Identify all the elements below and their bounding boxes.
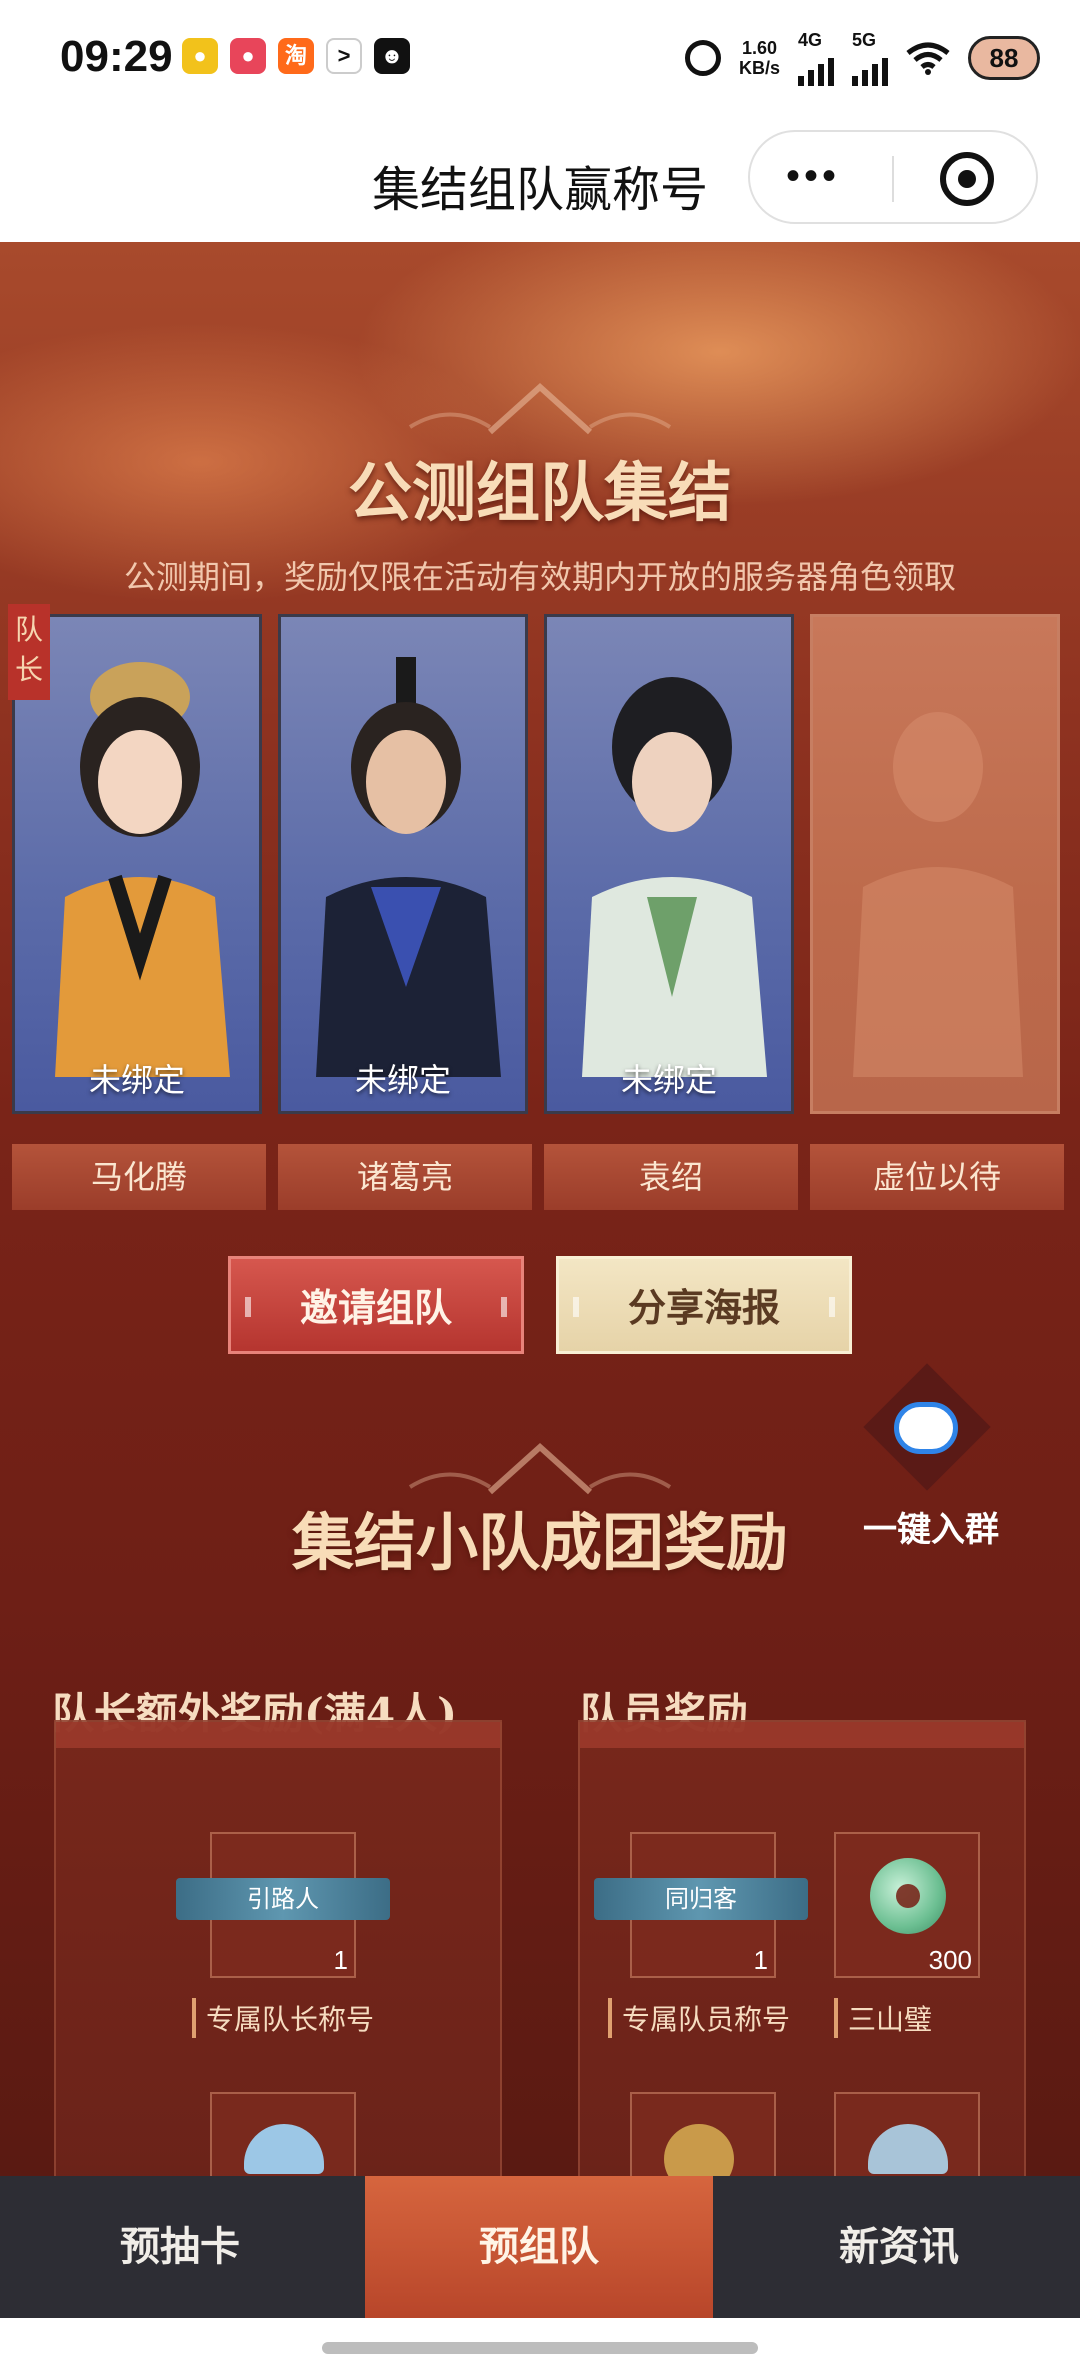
jade-disc-icon xyxy=(870,1858,946,1934)
app-notification-icon: ☻ xyxy=(374,38,410,74)
net-speed-value: 1.60 xyxy=(741,38,778,58)
reward-slot[interactable]: 300 xyxy=(834,1832,980,1978)
member-name: 马化腾 xyxy=(12,1144,266,1210)
share-poster-button[interactable]: 分享海报 xyxy=(556,1256,852,1354)
team-member-cards: 未绑定 未绑定 未绑定 xyxy=(12,614,1068,1114)
home-bar xyxy=(0,2318,1080,2376)
reward-item-icon xyxy=(244,2124,324,2174)
leader-rewards-panel: 1 引路人 专属队长称号 xyxy=(54,1720,502,2176)
net-speed: 1.60 KB/s xyxy=(739,38,780,78)
reward-slot[interactable] xyxy=(630,2092,776,2176)
bind-status: 未绑定 xyxy=(88,1062,185,1098)
reward-slot[interactable] xyxy=(834,2092,980,2176)
silhouette-placeholder xyxy=(853,712,1023,1077)
join-group-button[interactable]: 一键入群 xyxy=(846,1363,1006,1562)
reward-qty: 300 xyxy=(928,1945,972,1975)
wifi-icon xyxy=(906,42,950,75)
signal-4g: 4G xyxy=(798,30,834,86)
team-section-title: 公测组队集结 xyxy=(348,456,732,531)
navigation-bar: 集结组队赢称号 ••• xyxy=(0,120,1080,242)
status-bar: 09:29 ● ● 淘 > ☻ 1.60 KB/s 4G 5G 88 xyxy=(0,0,1080,120)
empty-slot-card[interactable] xyxy=(810,614,1060,1114)
panel-header-bar xyxy=(580,1722,1024,1748)
reward-label: 专属队长称号 xyxy=(192,1998,374,2038)
network-label: 4G xyxy=(798,30,823,50)
title-ornament xyxy=(408,382,672,435)
reward-qty: 1 xyxy=(333,1945,348,1975)
team-section-subtitle: 公测期间，奖励仅限在活动有效期内开放的服务器角色领取 xyxy=(123,559,956,595)
join-group-label: 一键入群 xyxy=(863,1510,999,1550)
reward-label: 三山璧 xyxy=(834,1998,932,2038)
status-time: 09:29 xyxy=(60,32,173,81)
signal-bars-icon xyxy=(798,50,834,86)
title-ribbon: 同归客 xyxy=(594,1878,808,1920)
member-name-row: 马化腾 诸葛亮 袁绍 虚位以待 xyxy=(12,1144,1068,1210)
member-rewards-panel: 1 同归客 专属队员称号 300 三山璧 xyxy=(578,1720,1026,2176)
alarm-icon xyxy=(684,40,721,76)
character-portrait xyxy=(55,662,230,1077)
more-icon[interactable]: ••• xyxy=(786,156,840,196)
main-content[interactable]: 公测组队集结 公测期间，奖励仅限在活动有效期内开放的服务器角色领取 未绑定 未绑… xyxy=(0,242,1080,2176)
member-card[interactable]: 未绑定 xyxy=(278,614,528,1114)
battery-indicator: 88 xyxy=(968,36,1040,80)
member-name: 袁绍 xyxy=(544,1144,798,1210)
terminal-icon: > xyxy=(326,38,362,74)
chat-bubble-icon xyxy=(894,1402,958,1454)
miniprogram-capsule: ••• xyxy=(748,130,1038,224)
app-notification-icon: ● xyxy=(182,38,218,74)
taobao-icon: 淘 xyxy=(278,38,314,74)
tab-pre-draw[interactable]: 预抽卡 xyxy=(0,2176,360,2318)
bind-status: 未绑定 xyxy=(620,1062,717,1098)
panel-header-bar xyxy=(56,1722,500,1748)
bind-status: 未绑定 xyxy=(354,1062,451,1098)
signal-bars-icon xyxy=(852,50,888,86)
member-card[interactable]: 未绑定 xyxy=(544,614,794,1114)
character-portrait xyxy=(582,677,767,1077)
app-notification-icon: ● xyxy=(230,38,266,74)
status-indicators: 1.60 KB/s 4G 5G 88 xyxy=(684,30,1040,86)
member-name: 诸葛亮 xyxy=(278,1144,532,1210)
net-speed-unit: KB/s xyxy=(738,58,780,78)
reward-slot[interactable] xyxy=(210,2092,356,2176)
notification-icons: ● ● 淘 > ☻ xyxy=(182,38,410,74)
reward-item-icon xyxy=(664,2124,734,2176)
leader-badge: 队长 xyxy=(8,604,50,700)
close-miniprogram-icon[interactable] xyxy=(940,152,994,206)
title-ribbon: 引路人 xyxy=(176,1878,390,1920)
invite-team-button[interactable]: 邀请组队 xyxy=(228,1256,524,1354)
tab-pre-team[interactable]: 预组队 xyxy=(365,2176,713,2318)
capsule-divider xyxy=(892,156,894,202)
reward-item-icon xyxy=(868,2124,948,2174)
network-label: 5G xyxy=(852,30,877,50)
member-name: 虚位以待 xyxy=(810,1144,1064,1210)
reward-qty: 1 xyxy=(753,1945,768,1975)
character-portrait xyxy=(316,657,501,1077)
tab-news[interactable]: 新资讯 xyxy=(718,2176,1080,2318)
bottom-tab-bar: 预抽卡 预组队 新资讯 xyxy=(0,2176,1080,2318)
reward-label: 专属队员称号 xyxy=(608,1998,790,2038)
home-indicator[interactable] xyxy=(322,2342,758,2354)
signal-5g: 5G xyxy=(852,30,888,86)
